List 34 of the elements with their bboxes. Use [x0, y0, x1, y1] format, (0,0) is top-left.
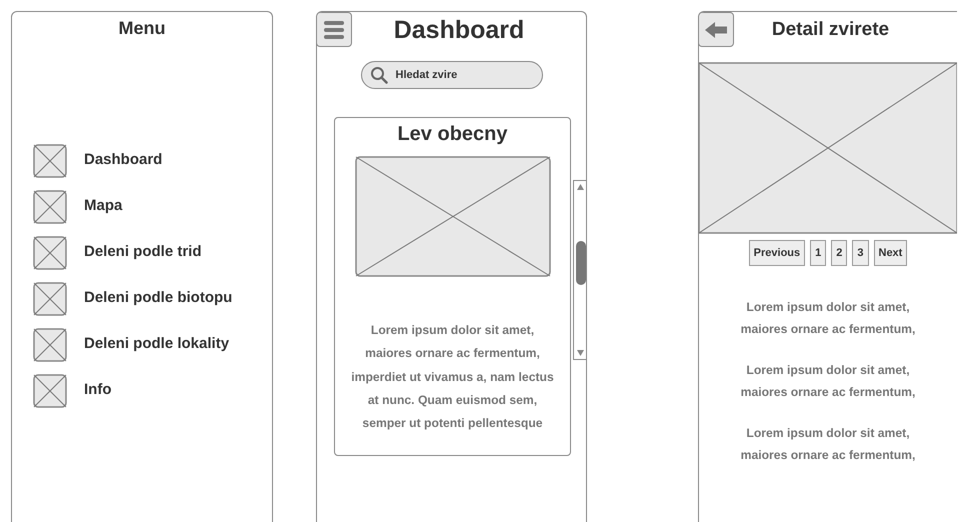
menu-item[interactable]: Dashboard	[84, 149, 162, 172]
back-button[interactable]	[699, 12, 734, 47]
menu-item[interactable]: Info	[84, 379, 112, 402]
screen-title: Detail zvirete	[770, 18, 890, 42]
menu-icon	[322, 18, 346, 40]
menu-title: Menu	[118, 18, 166, 40]
pagination-button[interactable]: 1	[810, 240, 826, 266]
scrollbar[interactable]	[573, 180, 586, 360]
paragraph-text: Lorem ipsum dolor sit amet, maiores ornare ac fermentum,	[740, 425, 916, 464]
back-arrow-icon	[704, 20, 728, 40]
paragraph-text: Lorem ipsum dolor sit amet, maiores ornare ac fermentum,	[740, 299, 916, 338]
pagination-button[interactable]: 2	[831, 240, 848, 266]
menu-item[interactable]: Deleni podle biotopu	[84, 287, 232, 310]
pagination-button[interactable]: Next	[874, 240, 908, 266]
menu-button[interactable]	[317, 12, 352, 47]
screen-title: Dashboard	[392, 15, 526, 45]
animal-card[interactable]: Lev obecny Lorem ipsum dolor sit amet, maiores ornare ac fermentum, imperdiet ut vivamus a, nam lectus at nunc. Quam euismod sem, semper ut potenti pellentesque	[334, 117, 571, 456]
menu-item[interactable]: Mapa	[84, 195, 122, 218]
search-icon	[370, 66, 388, 84]
card-description: Lorem ipsum dolor sit amet, maiores ornare ac fermentum, imperdiet ut vivamus a, nam lectus at nunc. Quam euismod sem, semper ut potenti pellentesque	[350, 322, 555, 432]
scrollbar-thumb[interactable]	[576, 241, 586, 285]
pagination-button[interactable]: 3	[852, 240, 868, 266]
menu-item[interactable]: Deleni podle lokality	[84, 333, 230, 356]
image-placeholder-icon	[33, 190, 67, 224]
image-placeholder-icon	[33, 328, 67, 362]
card-title: Lev obecny	[396, 122, 509, 146]
paragraph-text: Lorem ipsum dolor sit amet, maiores ornare ac fermentum,	[740, 362, 916, 401]
image-placeholder-icon	[33, 374, 67, 408]
menu-item[interactable]: Deleni podle trid	[84, 241, 202, 264]
search-field[interactable]: Hledat zvire	[360, 61, 542, 89]
image-placeholder-icon	[33, 282, 67, 316]
image-placeholder-icon	[33, 236, 67, 270]
image-placeholder-icon	[33, 144, 67, 178]
pagination-button[interactable]: Previous	[748, 240, 806, 266]
